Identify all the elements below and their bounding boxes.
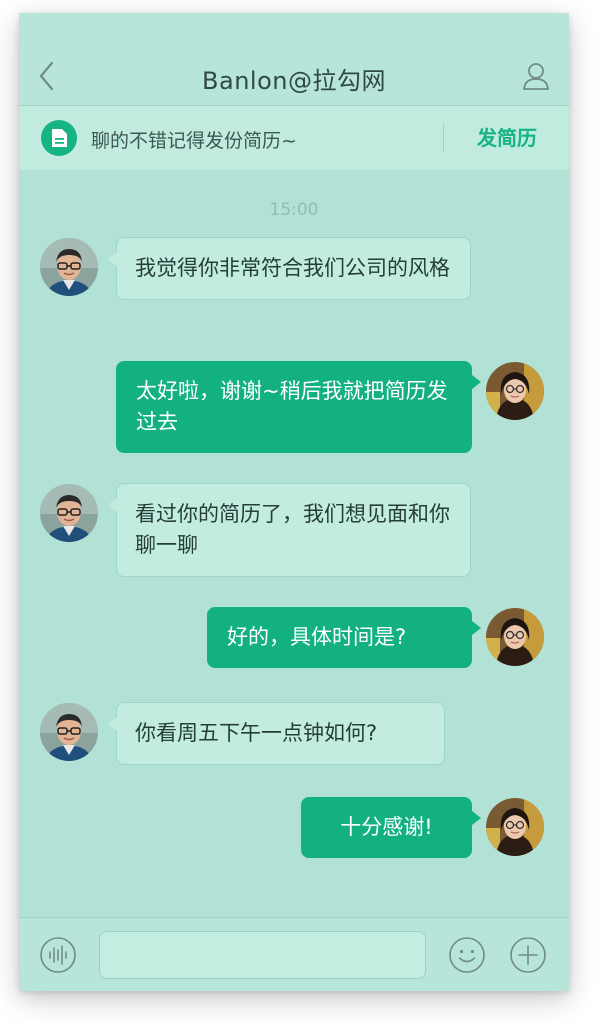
chat-screen: Banlon@拉勾网 聊的不错记得发份简历~ 发简历 15:00 我觉得你非常符… bbox=[19, 13, 569, 991]
my-avatar[interactable] bbox=[486, 798, 544, 856]
message-timestamp: 15:00 bbox=[269, 200, 319, 220]
send-resume-button[interactable]: 发简历 bbox=[445, 120, 569, 156]
document-icon bbox=[41, 120, 77, 156]
message-input[interactable] bbox=[99, 931, 426, 979]
message-text: 你看周五下午一点钟如何? bbox=[135, 721, 378, 745]
navigation-bar: Banlon@拉勾网 bbox=[19, 13, 569, 106]
smile-icon[interactable] bbox=[448, 936, 486, 974]
divider bbox=[443, 124, 444, 152]
message-text: 好的，具体时间是? bbox=[227, 625, 407, 649]
message-text: 我觉得你非常符合我们公司的风格 bbox=[135, 256, 450, 280]
message-bubble-incoming: 我觉得你非常符合我们公司的风格 bbox=[108, 237, 471, 300]
page-title: Banlon@拉勾网 bbox=[202, 67, 386, 95]
plus-circle-icon[interactable] bbox=[509, 936, 547, 974]
my-avatar[interactable] bbox=[486, 362, 544, 420]
message-bubble-incoming: 你看周五下午一点钟如何? bbox=[108, 702, 445, 765]
user-icon[interactable] bbox=[521, 61, 551, 91]
message-text: 看过你的简历了，我们想见面和你聊一聊 bbox=[135, 502, 450, 557]
message-bubble-outgoing: 太好啦，谢谢~稍后我就把简历发过去 bbox=[116, 361, 481, 453]
my-avatar[interactable] bbox=[486, 608, 544, 666]
recruiter-avatar[interactable] bbox=[40, 238, 98, 296]
voice-wave-icon[interactable] bbox=[39, 936, 77, 974]
resume-prompt-bar: 聊的不错记得发份简历~ 发简历 bbox=[19, 106, 569, 170]
resume-prompt-text: 聊的不错记得发份简历~ bbox=[91, 130, 297, 152]
message-bubble-outgoing: 好的，具体时间是? bbox=[207, 607, 481, 668]
message-text: 十分感谢! bbox=[340, 815, 433, 839]
message-text: 太好啦，谢谢~稍后我就把简历发过去 bbox=[136, 379, 448, 434]
recruiter-avatar[interactable] bbox=[40, 703, 98, 761]
message-input-bar bbox=[19, 917, 569, 991]
message-bubble-incoming: 看过你的简历了，我们想见面和你聊一聊 bbox=[108, 483, 471, 577]
recruiter-avatar[interactable] bbox=[40, 484, 98, 542]
message-bubble-outgoing: 十分感谢! bbox=[301, 797, 481, 858]
